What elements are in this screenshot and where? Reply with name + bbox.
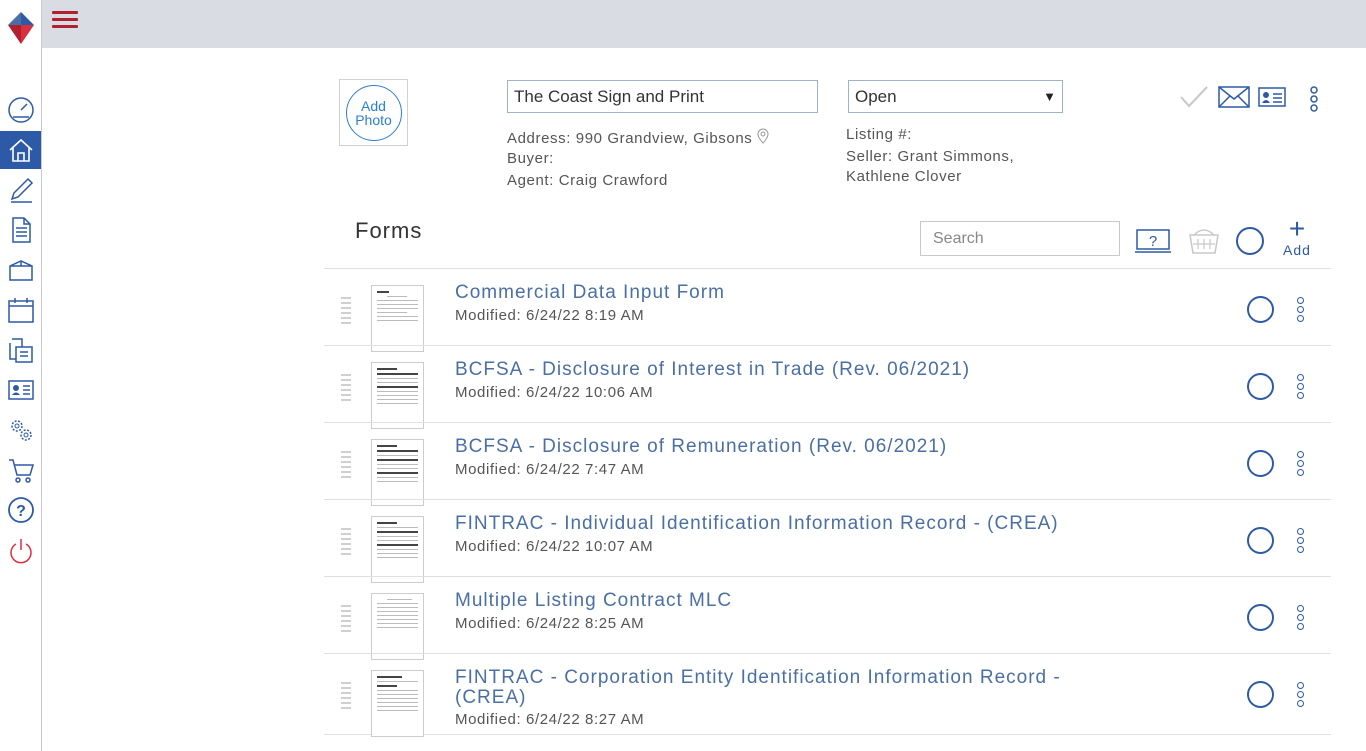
select-circle-icon[interactable] [1247, 450, 1274, 477]
form-thumbnail[interactable] [371, 593, 424, 660]
listing-agent: Agent: Craig Crawford [507, 172, 668, 189]
drag-handle-icon[interactable] [341, 528, 351, 558]
more-options-icon[interactable] [1297, 605, 1305, 632]
select-circle-icon[interactable] [1247, 604, 1274, 631]
sidebar: ? [0, 0, 42, 751]
form-row[interactable]: Multiple Listing Contract MLC Modified: … [324, 576, 1331, 660]
dropdown-arrow-icon: ▼ [1043, 89, 1056, 104]
sidebar-item-contacts[interactable] [0, 371, 41, 409]
calendar-icon [7, 298, 34, 323]
form-modified: Modified: 6/24/22 10:06 AM [455, 384, 654, 401]
sidebar-item-logout[interactable] [0, 531, 41, 569]
sidebar-item-calendar[interactable] [0, 291, 41, 329]
speedometer-icon [7, 97, 34, 123]
top-bar [42, 0, 1366, 48]
pen-icon [10, 177, 33, 203]
more-options-icon[interactable] [1297, 682, 1305, 709]
form-row[interactable]: BCFSA - Disclosure of Remuneration (Rev.… [324, 422, 1331, 506]
more-options-icon[interactable] [1297, 451, 1305, 478]
forms-heading: Forms [355, 218, 423, 243]
form-thumbnail[interactable] [371, 670, 424, 737]
cart-icon [8, 459, 34, 483]
add-form-label: Add [1283, 242, 1311, 258]
form-modified: Modified: 6/24/22 8:25 AM [455, 615, 645, 632]
contact-card-icon [7, 380, 34, 400]
form-title[interactable]: FINTRAC - Individual Identification Info… [455, 514, 1105, 534]
hamburger-icon[interactable] [52, 11, 78, 29]
form-title[interactable]: Multiple Listing Contract MLC [455, 591, 1105, 611]
drag-handle-icon[interactable] [341, 374, 351, 404]
form-row[interactable]: FINTRAC - Individual Identification Info… [324, 499, 1331, 583]
power-icon [9, 539, 32, 564]
select-all-circle-icon[interactable] [1235, 226, 1265, 256]
form-thumbnail[interactable] [371, 439, 424, 506]
form-title[interactable]: BCFSA - Disclosure of Interest in Trade … [455, 360, 1105, 380]
form-title[interactable]: FINTRAC - Corporation Entity Identificat… [455, 668, 1105, 708]
listing-number: Listing #: [846, 126, 913, 143]
drag-handle-icon[interactable] [341, 297, 351, 327]
svg-text:?: ? [16, 503, 26, 520]
form-modified: Modified: 6/24/22 7:47 AM [455, 461, 645, 478]
contact-card-icon[interactable] [1258, 82, 1286, 112]
basket-icon[interactable] [1188, 225, 1220, 255]
listing-name-input[interactable]: The Coast Sign and Print [507, 80, 818, 113]
select-circle-icon[interactable] [1247, 681, 1274, 708]
location-pin-icon[interactable] [757, 128, 769, 144]
sidebar-item-cart[interactable] [0, 451, 41, 489]
svg-text:?: ? [1149, 233, 1157, 250]
listing-address: Address: 990 Grandview, Gibsons [507, 128, 769, 147]
listing-buyer: Buyer: [507, 150, 554, 167]
sidebar-item-print[interactable] [0, 331, 41, 369]
more-options-icon[interactable] [1297, 528, 1305, 555]
sidebar-item-dashboard[interactable] [0, 91, 41, 129]
form-thumbnail[interactable] [371, 516, 424, 583]
select-circle-icon[interactable] [1247, 527, 1274, 554]
help-icon: ? [7, 497, 34, 523]
more-options-icon[interactable] [1297, 374, 1305, 401]
form-modified: Modified: 6/24/22 8:19 AM [455, 307, 645, 324]
add-photo-label: Add Photo [345, 84, 402, 141]
form-modified: Modified: 6/24/22 10:07 AM [455, 538, 654, 555]
help-screen-icon[interactable]: ? [1135, 229, 1171, 253]
form-row[interactable]: FINTRAC - Corporation Entity Identificat… [324, 653, 1331, 737]
add-photo-button[interactable]: Add Photo [339, 79, 408, 146]
form-title[interactable]: BCFSA - Disclosure of Remuneration (Rev.… [455, 437, 1105, 457]
add-form-button[interactable]: + Add [1280, 213, 1314, 259]
checkmark-icon[interactable] [1179, 82, 1209, 112]
sidebar-item-edit[interactable] [0, 171, 41, 209]
printer-icon [8, 338, 33, 363]
gears-icon [10, 420, 32, 441]
box-icon [8, 260, 33, 281]
search-input[interactable]: Search [920, 221, 1120, 256]
listing-seller-cont: Kathlene Clover [846, 168, 962, 185]
form-title[interactable]: Commercial Data Input Form [455, 283, 1105, 303]
drag-handle-icon[interactable] [341, 451, 351, 481]
select-circle-icon[interactable] [1247, 373, 1274, 400]
home-icon [8, 138, 33, 162]
form-modified: Modified: 6/24/22 8:27 AM [455, 711, 645, 728]
select-circle-icon[interactable] [1247, 296, 1274, 323]
app-logo[interactable] [8, 12, 34, 44]
document-icon [11, 217, 31, 243]
listing-seller: Seller: Grant Simmons, [846, 148, 1015, 165]
status-select[interactable]: Open ▼ [848, 80, 1063, 113]
form-thumbnail[interactable] [371, 285, 424, 352]
plus-icon: + [1288, 213, 1306, 244]
form-thumbnail[interactable] [371, 362, 424, 429]
form-row[interactable]: BCFSA - Disclosure of Interest in Trade … [324, 345, 1331, 429]
more-options-icon[interactable] [1309, 84, 1319, 114]
sidebar-item-box[interactable] [0, 251, 41, 289]
drag-handle-icon[interactable] [341, 682, 351, 712]
email-icon[interactable] [1218, 82, 1250, 112]
sidebar-item-help[interactable]: ? [0, 491, 41, 529]
sidebar-item-settings[interactable] [0, 411, 41, 449]
sidebar-item-home[interactable] [0, 131, 41, 169]
forms-list: Commercial Data Input Form Modified: 6/2… [324, 268, 1331, 737]
status-select-value: Open [855, 86, 897, 106]
form-row[interactable]: Commercial Data Input Form Modified: 6/2… [324, 268, 1331, 352]
drag-handle-icon[interactable] [341, 605, 351, 635]
more-options-icon[interactable] [1297, 297, 1305, 324]
sidebar-item-documents[interactable] [0, 211, 41, 249]
